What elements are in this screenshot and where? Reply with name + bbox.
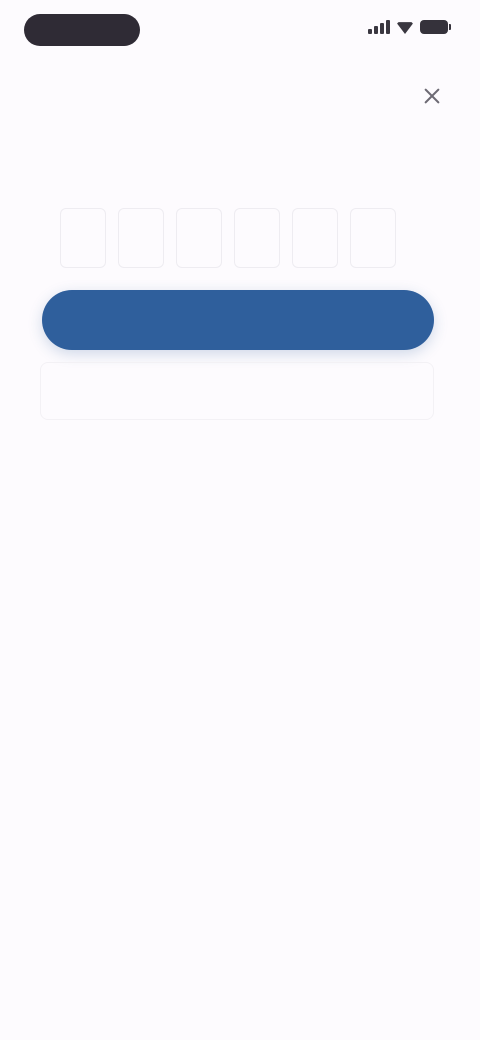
status-bar — [0, 0, 480, 64]
resend-container — [40, 362, 434, 420]
code-input-row — [40, 208, 440, 268]
code-digit-6[interactable] — [350, 208, 396, 268]
status-pill — [24, 14, 140, 46]
code-digit-1[interactable] — [60, 208, 106, 268]
verification-form — [40, 184, 440, 450]
close-icon — [423, 87, 441, 105]
signal-icon — [368, 20, 390, 34]
close-button[interactable] — [412, 76, 452, 116]
code-digit-3[interactable] — [176, 208, 222, 268]
verify-button[interactable] — [42, 290, 434, 350]
wifi-icon — [396, 22, 414, 34]
battery-icon — [420, 20, 451, 34]
status-icons — [368, 20, 451, 34]
code-digit-5[interactable] — [292, 208, 338, 268]
code-digit-4[interactable] — [234, 208, 280, 268]
code-digit-2[interactable] — [118, 208, 164, 268]
